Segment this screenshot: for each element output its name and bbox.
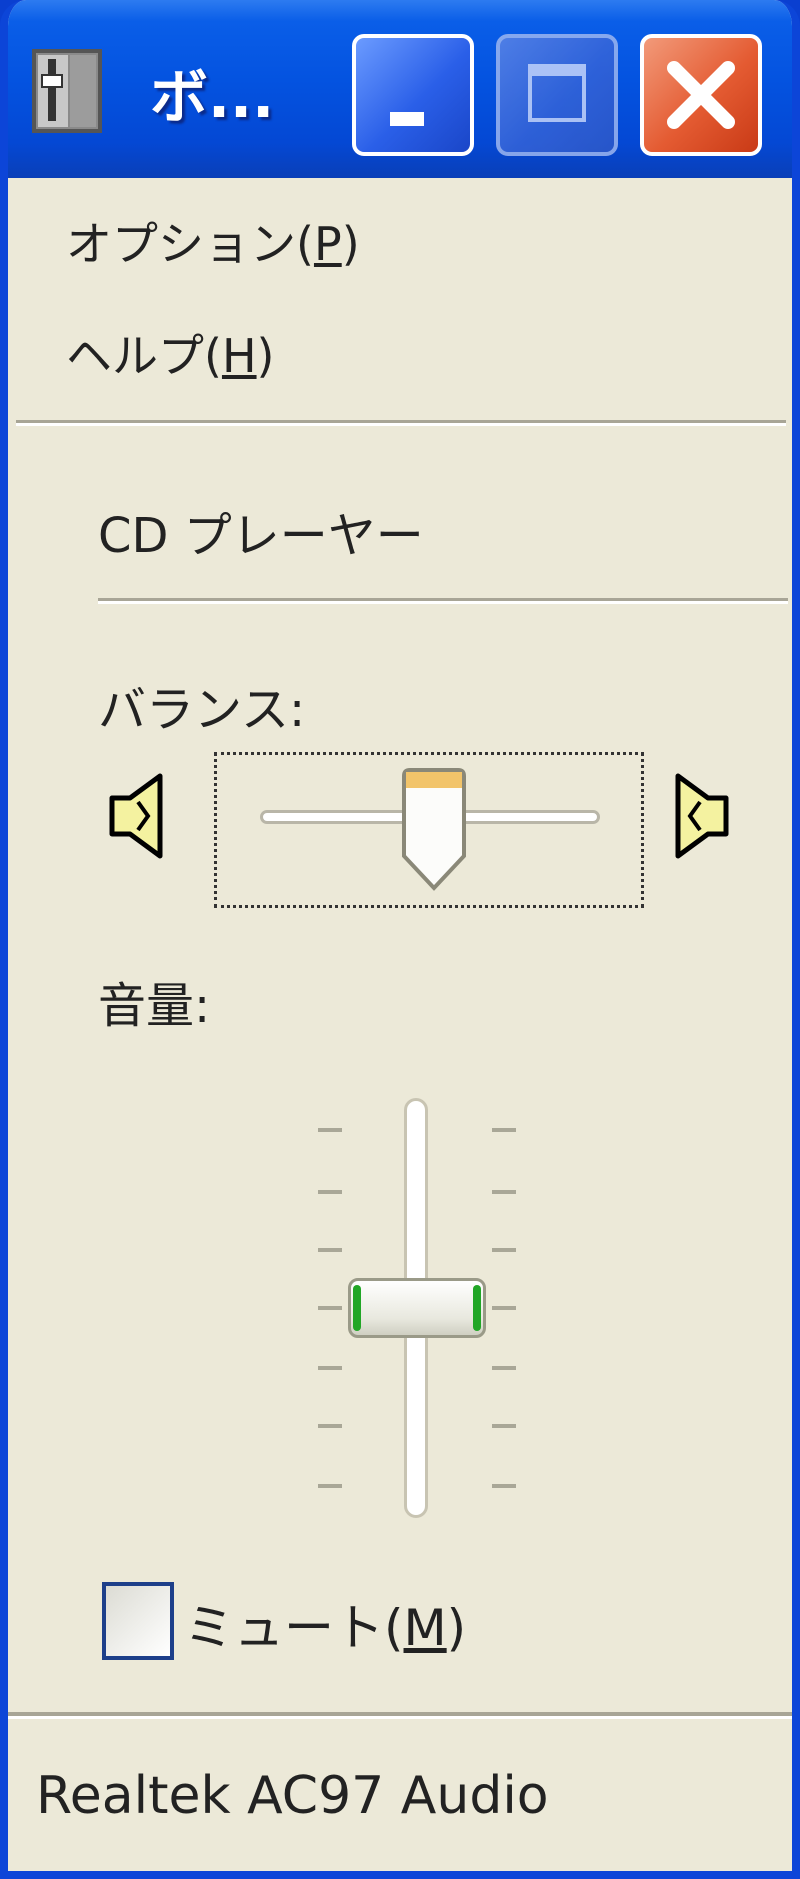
status-bar: Realtek AC97 Audio	[8, 1712, 792, 1864]
tick-mark	[318, 1248, 342, 1252]
minimize-button[interactable]	[352, 34, 474, 156]
tick-mark	[492, 1248, 516, 1252]
tick-mark	[318, 1424, 342, 1428]
tick-mark	[492, 1484, 516, 1488]
maximize-icon	[528, 64, 586, 122]
tick-mark	[492, 1424, 516, 1428]
menu-help-suffix: )	[256, 329, 275, 383]
menu-separator	[16, 420, 786, 426]
tick-mark	[318, 1190, 342, 1194]
right-speaker-icon	[675, 773, 729, 859]
tick-mark	[492, 1306, 516, 1310]
balance-label: バランス:	[98, 682, 306, 738]
title-bar[interactable]: ボ...	[8, 0, 792, 178]
mute-label-suffix: )	[446, 1599, 467, 1657]
mute-label-accel: M	[403, 1599, 447, 1657]
tick-mark	[492, 1190, 516, 1194]
close-icon	[667, 61, 735, 129]
mute-label-text: ミュート(	[184, 1599, 404, 1657]
menu-options[interactable]: オプション(P)	[66, 208, 360, 274]
menu-options-suffix: )	[341, 217, 360, 271]
tick-mark	[492, 1366, 516, 1370]
mute-label[interactable]: ミュート(M)	[184, 1588, 466, 1660]
mute-checkbox[interactable]	[102, 1582, 174, 1660]
menu-help-label: ヘルプ(	[66, 329, 222, 383]
section-separator	[98, 598, 788, 604]
menu-options-accel: P	[313, 217, 342, 271]
menu-options-label: オプション(	[66, 217, 314, 271]
minimize-icon	[390, 112, 424, 126]
window-title: ボ...	[150, 63, 275, 131]
tick-mark	[318, 1128, 342, 1132]
left-speaker-icon	[109, 773, 163, 859]
volume-label: 音量:	[98, 978, 211, 1034]
balance-slider-thumb[interactable]	[398, 766, 470, 894]
close-button[interactable]	[640, 34, 762, 156]
app-icon[interactable]	[30, 45, 112, 137]
menu-help[interactable]: ヘルプ(H)	[66, 320, 275, 386]
section-title: CD プレーヤー	[98, 508, 424, 564]
maximize-button[interactable]	[496, 34, 618, 156]
tick-mark	[318, 1484, 342, 1488]
tick-mark	[318, 1366, 342, 1370]
volume-control-window: ボ... オプション(P) ヘルプ(H) CD プレーヤー バランス: 音量:	[0, 0, 800, 1879]
tick-mark	[318, 1306, 342, 1310]
device-name: Realtek AC97 Audio	[36, 1766, 549, 1826]
menu-help-accel: H	[221, 329, 257, 383]
tick-mark	[492, 1128, 516, 1132]
volume-slider-thumb[interactable]	[348, 1278, 486, 1338]
